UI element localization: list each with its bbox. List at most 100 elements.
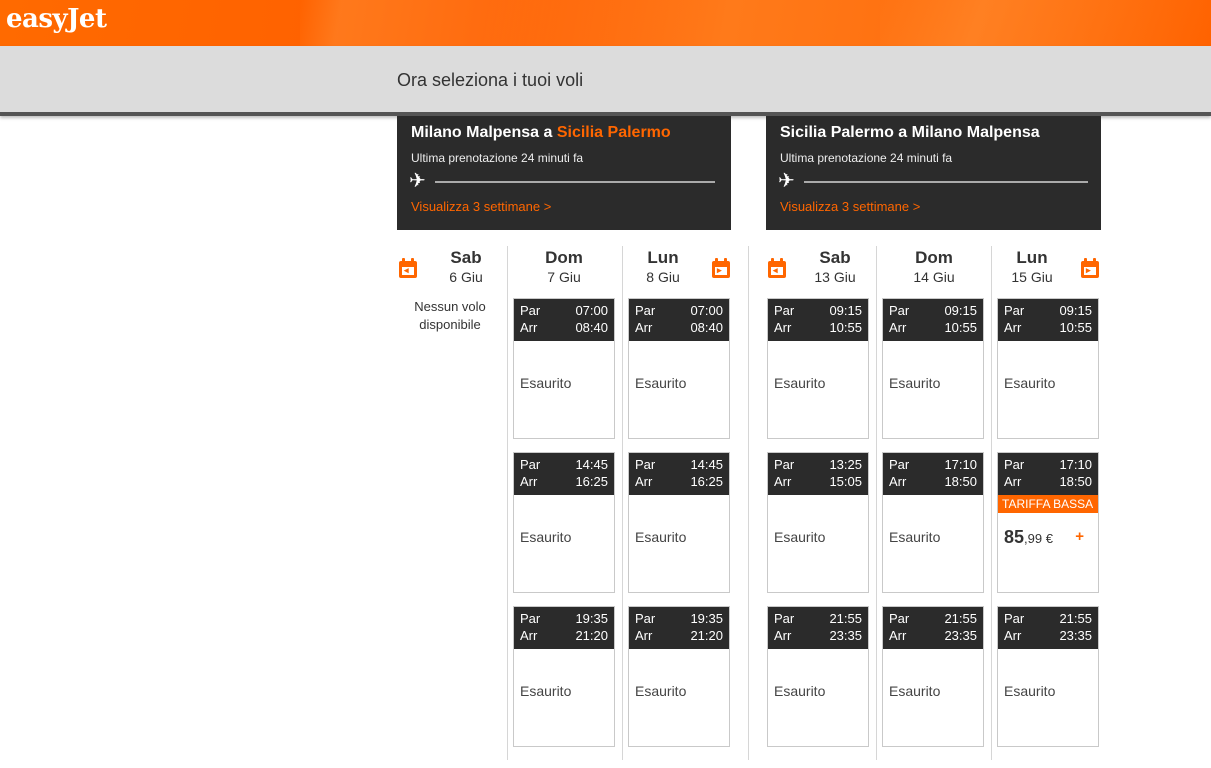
arrival-label: Arr <box>1004 628 1022 643</box>
departure-label: Par <box>1004 611 1025 626</box>
arrival-time: 08:40 <box>690 320 723 335</box>
flight-card-available[interactable]: Par 17:10 Arr 18:50 TARIFFA BASSA 85,99 € … <box>997 452 1099 593</box>
flight-card-sold-out: Par 21:55 Arr 23:35 Esaurito <box>997 606 1099 747</box>
arrival-time: 16:25 <box>575 474 608 489</box>
departure-label: Par <box>889 303 910 318</box>
flight-card-sold-out: Par 14:45 Arr 16:25 Esaurito <box>513 452 615 593</box>
arrival-time: 21:20 <box>575 628 608 643</box>
day-name: Sab <box>450 248 482 267</box>
arrival-label: Arr <box>774 320 792 335</box>
flight-card-sold-out: Par 09:15 Arr 10:55 Esaurito <box>997 298 1099 439</box>
departure-label: Par <box>889 457 910 472</box>
sold-out-status: Esaurito <box>1004 683 1056 699</box>
arrival-time: 18:50 <box>1059 474 1092 489</box>
day-header-outbound-0: Sab 6 Giu <box>416 248 516 286</box>
column-divider <box>622 246 623 760</box>
fare-price[interactable]: 85,99 € <box>1004 527 1053 548</box>
flight-times: Par 09:15 Arr 10:55 <box>998 299 1098 341</box>
day-header-inbound-1: Dom 14 Giu <box>884 248 984 286</box>
route-destination: Sicilia Palermo <box>556 124 671 141</box>
arrival-label: Arr <box>889 628 907 643</box>
flight-times: Par 09:15 Arr 10:55 <box>883 299 983 341</box>
column-divider <box>991 246 992 760</box>
arrival-label: Arr <box>520 320 538 335</box>
day-name: Lun <box>647 248 679 267</box>
outbound-route-panel: Milano Malpensa a Sicilia Palermo Ultima… <box>397 116 731 230</box>
flight-card-sold-out: Par 13:25 Arr 15:05 Esaurito <box>767 452 869 593</box>
arrival-label: Arr <box>774 474 792 489</box>
departure-label: Par <box>889 611 910 626</box>
departure-time: 19:35 <box>690 611 723 626</box>
sold-out-status: Esaurito <box>635 529 687 545</box>
departure-time: 19:35 <box>575 611 608 626</box>
add-flight-plus-icon[interactable]: + <box>1075 528 1084 545</box>
arrival-time: 23:35 <box>944 628 977 643</box>
arrival-time: 21:20 <box>690 628 723 643</box>
no-flights-message: Nessun volo disponibile <box>414 299 486 332</box>
flight-card-sold-out: Par 21:55 Arr 23:35 Esaurito <box>767 606 869 747</box>
last-booking-note: Ultima prenotazione 24 minuti fa <box>780 151 953 165</box>
arrival-label: Arr <box>520 628 538 643</box>
departure-label: Par <box>1004 457 1025 472</box>
flight-card-sold-out: Par 09:15 Arr 10:55 Esaurito <box>767 298 869 439</box>
route-line <box>804 181 1088 183</box>
departure-time: 09:15 <box>1059 303 1092 318</box>
departure-time: 21:55 <box>1059 611 1092 626</box>
sold-out-status: Esaurito <box>520 529 572 545</box>
arrival-time: 15:05 <box>829 474 862 489</box>
flight-times: Par 19:35 Arr 21:20 <box>514 607 614 649</box>
easyjet-logo[interactable]: easyJet <box>6 4 107 34</box>
outbound-route-title: Milano Malpensa a Sicilia Palermo <box>411 124 671 142</box>
departure-label: Par <box>520 611 541 626</box>
page-title: Ora seleziona i tuoi voli <box>397 70 584 90</box>
departure-label: Par <box>1004 303 1025 318</box>
view-3-weeks-link[interactable]: Visualizza 3 settimane > <box>411 199 551 214</box>
route-origin: Milano Malpensa <box>411 124 540 141</box>
arrival-time: 16:25 <box>690 474 723 489</box>
arrival-label: Arr <box>774 628 792 643</box>
flight-times: Par 21:55 Arr 23:35 <box>768 607 868 649</box>
flight-times: Par 09:15 Arr 10:55 <box>768 299 868 341</box>
arrival-label: Arr <box>635 474 653 489</box>
day-name: Lun <box>1016 248 1048 267</box>
day-name: Dom <box>915 248 953 267</box>
arrival-time: 18:50 <box>944 474 977 489</box>
next-days-calendar-icon[interactable]: ▸ <box>712 258 730 278</box>
flight-times: Par 14:45 Arr 16:25 <box>514 453 614 495</box>
arrival-time: 10:55 <box>829 320 862 335</box>
day-header-outbound-2: Lun 8 Giu <box>613 248 713 286</box>
sold-out-status: Esaurito <box>1004 375 1056 391</box>
flight-times: Par 07:00 Arr 08:40 <box>629 299 729 341</box>
previous-days-calendar-icon[interactable]: ◂ <box>768 258 786 278</box>
flight-card-sold-out: Par 07:00 Arr 08:40 Esaurito <box>513 298 615 439</box>
flight-times: Par 21:55 Arr 23:35 <box>998 607 1098 649</box>
sold-out-status: Esaurito <box>635 375 687 391</box>
day-date: 6 Giu <box>449 269 483 285</box>
arrival-time: 08:40 <box>575 320 608 335</box>
flight-card-sold-out: Par 21:55 Arr 23:35 Esaurito <box>882 606 984 747</box>
arrival-time: 10:55 <box>1059 320 1092 335</box>
low-fare-badge: TARIFFA BASSA <box>998 495 1098 513</box>
departure-time: 09:15 <box>944 303 977 318</box>
departure-time: 07:00 <box>690 303 723 318</box>
flight-times: Par 17:10 Arr 18:50 <box>883 453 983 495</box>
departure-time: 13:25 <box>829 457 862 472</box>
sold-out-status: Esaurito <box>774 683 826 699</box>
departure-time: 21:55 <box>829 611 862 626</box>
arrival-label: Arr <box>889 474 907 489</box>
plane-icon: ✈ <box>409 170 426 192</box>
view-3-weeks-link[interactable]: Visualizza 3 settimane > <box>780 199 920 214</box>
day-name: Sab <box>819 248 851 267</box>
next-days-calendar-icon[interactable]: ▸ <box>1081 258 1099 278</box>
departure-label: Par <box>635 611 656 626</box>
sold-out-status: Esaurito <box>889 375 941 391</box>
sold-out-status: Esaurito <box>889 683 941 699</box>
flight-times: Par 14:45 Arr 16:25 <box>629 453 729 495</box>
previous-days-calendar-icon[interactable]: ◂ <box>399 258 417 278</box>
brand-bar: easyJet <box>0 0 1211 46</box>
column-divider <box>748 246 749 760</box>
sold-out-status: Esaurito <box>774 375 826 391</box>
brand-stripe <box>880 0 1211 46</box>
arrival-label: Arr <box>1004 320 1022 335</box>
day-header-inbound-2: Lun 15 Giu <box>982 248 1082 286</box>
